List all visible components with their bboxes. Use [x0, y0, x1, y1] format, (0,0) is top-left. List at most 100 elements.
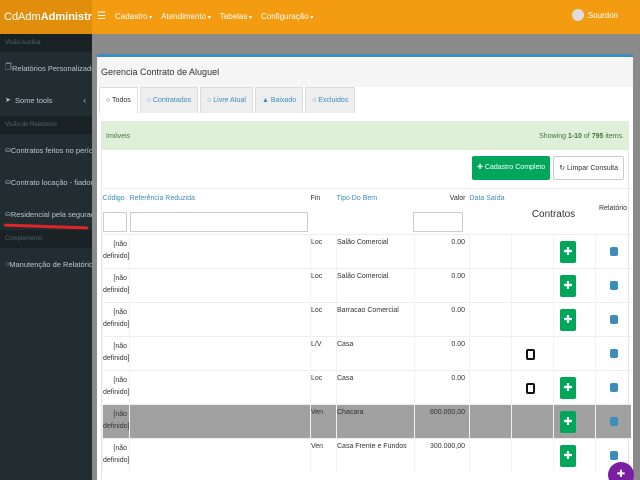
cell-valor: 0.00 — [414, 234, 470, 269]
tab-livre-atual[interactable]: ○ Livre Atual — [200, 87, 253, 113]
code-line: definido] — [103, 389, 130, 396]
cell-codigo: [não definido] — [102, 438, 130, 473]
code-line: definido] — [103, 287, 130, 294]
sidebar-item-contratos-periodo[interactable]: ⛀ Contratos feitos no período - p — [0, 134, 92, 166]
cell-contrato-file — [511, 336, 554, 371]
cell-contrato-file — [511, 302, 554, 337]
print-icon[interactable] — [610, 383, 619, 392]
code-line: definido] — [103, 321, 130, 328]
cell-valor: 0.00 — [414, 336, 470, 371]
cell-valor: 0.00 — [414, 370, 470, 405]
sidebar-item-residencial-seguradora[interactable]: ⛀ Residencial pela seguradora — [0, 198, 92, 230]
panel-actions: ✚ Cadastro Completo ↻ Limpar Consulta — [472, 156, 624, 180]
cell-fin: Ven — [310, 404, 337, 439]
valor-filter-input[interactable] — [412, 212, 463, 232]
count-suffix: items. — [603, 132, 624, 140]
cell-codigo: [não definido] — [102, 268, 130, 303]
referencia-filter-input[interactable] — [129, 212, 308, 232]
contract-file-icon[interactable] — [526, 383, 535, 394]
table-row: [não definido] Loc Casa 0.00 ✚ — [102, 370, 631, 405]
cell-fin: Loc — [310, 370, 337, 405]
menu-toggle-icon[interactable]: ☰ — [97, 11, 106, 22]
menu-configuracao[interactable]: Configuração — [261, 12, 313, 21]
column-data-saida[interactable]: Data Saída — [469, 188, 512, 235]
tab-baixado[interactable]: ▲ Baixado — [254, 87, 304, 113]
add-contract-button[interactable]: ✚ — [560, 309, 576, 331]
cell-tipo: Barracao Comercial — [336, 302, 415, 337]
sidebar-item-some-tools[interactable]: ➤ Some tools ‹ — [0, 84, 92, 116]
file-icon: 🗍 — [5, 63, 12, 71]
print-icon[interactable] — [610, 417, 619, 426]
main-content: Gerencia Contrato de Aluguel ○ Todos ○ C… — [92, 34, 640, 480]
cell-valor: 300.000,00 — [414, 438, 470, 473]
column-tipo[interactable]: Tipo Do Bem — [336, 188, 415, 235]
contract-file-icon[interactable] — [526, 349, 535, 360]
add-contract-button[interactable]: ✚ — [560, 411, 576, 433]
cell-valor: 0.00 — [414, 302, 470, 337]
limpar-consulta-button[interactable]: ↻ Limpar Consulta — [553, 156, 624, 180]
tab-contratados[interactable]: ○ Contratados — [139, 87, 199, 113]
button-label: Limpar Consulta — [567, 165, 618, 172]
cadastro-completo-button[interactable]: ✚ Cadastro Completo — [472, 156, 551, 180]
code-line: definido] — [103, 423, 130, 430]
sidebar-section-header: Visão de Relatórios — [0, 116, 92, 134]
cell-referencia — [129, 302, 311, 337]
cell-data-saida — [469, 370, 512, 405]
cell-referencia — [129, 404, 311, 439]
column-label: Código — [102, 195, 125, 202]
cell-contrato-add — [552, 336, 596, 371]
code-line: definido] — [103, 355, 130, 362]
print-icon[interactable] — [610, 451, 619, 460]
print-icon[interactable] — [610, 349, 619, 358]
sidebar: Visão Auxiliar 🗍 Relatórios Personalizad… — [0, 34, 92, 480]
menu-atendimento[interactable]: Atendimento — [161, 12, 211, 21]
column-label: Relatório — [599, 205, 628, 212]
brand-logo[interactable]: CdAdmAdministrador — [0, 0, 92, 34]
menu-cadastro[interactable]: Cadastro — [115, 12, 152, 21]
sidebar-item-relatorios-personalizados[interactable]: 🗍 Relatórios Personalizados — [0, 52, 92, 84]
print-icon[interactable] — [610, 281, 619, 290]
top-navbar: CdAdmAdministrador ☰ Cadastro Atendiment… — [0, 0, 640, 34]
add-contract-button[interactable]: ✚ — [560, 377, 576, 399]
add-contract-button[interactable]: ✚ — [560, 275, 576, 297]
panel-title: Imóveis — [106, 132, 131, 140]
imoveis-table: Código Referência Reduzida Fin Tipo Do B… — [102, 188, 631, 473]
sidebar-item-label: Residencial pela seguradora — [10, 209, 92, 219]
user-menu[interactable]: Sourdon — [571, 9, 618, 21]
cell-contrato-file — [511, 268, 554, 303]
menu-tabelas[interactable]: Tabelas — [220, 12, 252, 21]
cell-contrato-add: ✚ — [552, 302, 596, 337]
cell-codigo: [não definido] — [102, 302, 130, 337]
column-label: Data Saída — [469, 195, 505, 202]
count-prefix: Showing — [539, 132, 568, 140]
column-label: Fin — [310, 195, 321, 202]
codigo-filter-input[interactable] — [102, 212, 127, 232]
tab-todos[interactable]: ○ Todos — [99, 87, 138, 113]
sidebar-item-contrato-locacao[interactable]: ⛀ Contrato locação - fiador — [0, 166, 92, 198]
column-codigo[interactable]: Código — [102, 188, 130, 235]
cell-contrato-add: ✚ — [552, 370, 596, 405]
results-panel: Imóveis Showing 1-10 of 795 items. ✚ Cad… — [101, 121, 631, 480]
sidebar-item-manutencao[interactable]: ○ Manutenção de Relatórios — [0, 248, 92, 280]
sidebar-section-header: Complemento — [0, 230, 92, 248]
cell-codigo: [não definido] — [102, 336, 130, 371]
add-contract-button[interactable]: ✚ — [560, 241, 576, 263]
column-referencia[interactable]: Referência Reduzida — [129, 188, 311, 235]
column-contratos: Contratos — [511, 188, 596, 235]
cell-data-saida — [469, 302, 512, 337]
tab-excluidos[interactable]: ○ Excluidos — [305, 87, 356, 113]
cell-referencia — [129, 370, 311, 405]
table-row: [não definido] Loc Salão Comercial 0.00 ✚ — [102, 234, 631, 269]
code-line: [não — [113, 241, 127, 248]
print-icon[interactable] — [610, 247, 619, 256]
table-row: [não definido] L/V Casa 0.00 — [102, 336, 631, 371]
print-icon[interactable] — [610, 315, 619, 324]
sidebar-item-label: Contrato locação - fiador — [10, 177, 92, 187]
cell-contrato-file — [511, 370, 554, 405]
chevron-left-icon: ‹ — [83, 95, 86, 105]
tab-label: Todos — [112, 97, 131, 104]
add-contract-button[interactable]: ✚ — [560, 445, 576, 467]
cell-referencia — [129, 438, 311, 473]
cell-data-saida — [469, 234, 512, 269]
code-line: [não — [113, 411, 127, 418]
